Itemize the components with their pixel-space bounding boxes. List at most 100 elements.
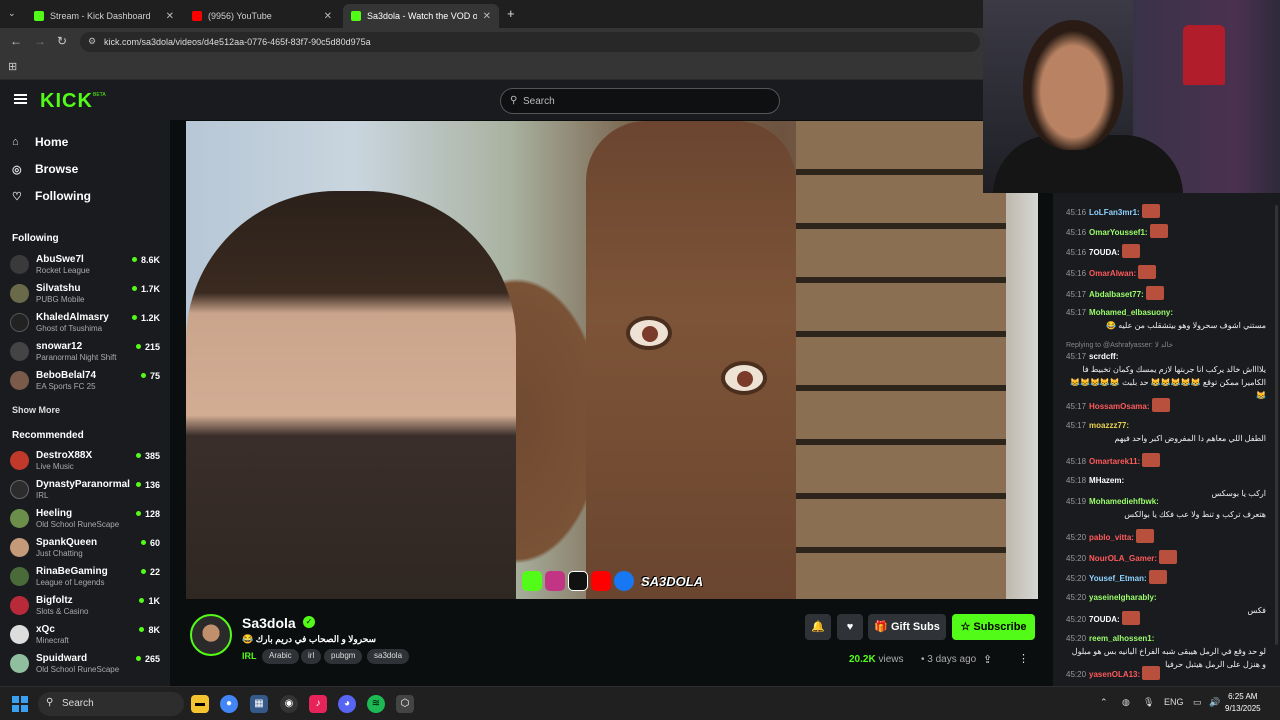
channel-name: Silvatshu <box>36 283 81 294</box>
back-icon[interactable]: ← <box>10 34 22 48</box>
taskbar-search[interactable]: ⚲ Search <box>38 692 184 716</box>
recommended-channel[interactable]: SpankQueen Just Chatting 60 <box>10 535 160 561</box>
nav-following[interactable]: ♡ Following <box>12 189 91 203</box>
streamer-avatar[interactable] <box>190 614 232 656</box>
chat-timestamp: 45:20 <box>1066 634 1087 643</box>
channel-name: Spuidward <box>36 653 88 664</box>
forward-icon[interactable]: → <box>34 34 46 48</box>
nav-browse[interactable]: ◎ Browse <box>12 162 78 176</box>
taskbar-clock[interactable]: 6:25 AM 9/13/2025 <box>1225 691 1261 715</box>
channel-name: DestroX88X <box>36 450 93 461</box>
gift-subs-button[interactable]: 🎁 Gift Subs <box>868 614 946 640</box>
chat-username[interactable]: Abdalbaset77: <box>1089 290 1144 299</box>
chevron-up-icon[interactable]: ⌃ <box>1100 697 1108 708</box>
chat-username[interactable]: Yousef_Etman: <box>1089 574 1147 583</box>
video-brick-wall <box>796 121 1006 599</box>
chat-scrollbar[interactable] <box>1275 205 1278 645</box>
browser-tab-sa3dola-vod[interactable]: Sa3dola - Watch the VOD o ✕ <box>343 4 499 28</box>
chat-username[interactable]: moazzz77: <box>1089 421 1129 430</box>
chat-timestamp: 45:18 <box>1066 476 1087 485</box>
close-tab-icon[interactable]: ✕ <box>324 11 332 22</box>
apps-grid-icon[interactable]: ⊞ <box>8 60 17 73</box>
tag[interactable]: pubgm <box>324 649 363 664</box>
search-input[interactable]: ⚲ Search <box>500 88 780 114</box>
tiktok-icon[interactable]: ♪ <box>309 695 327 713</box>
viewer-count: 8K <box>139 625 160 635</box>
chat-username[interactable]: MHazem: <box>1089 476 1124 485</box>
network-icon[interactable]: ◍ <box>1122 697 1130 708</box>
viewer-count: 128 <box>136 509 160 519</box>
avatar <box>10 451 29 470</box>
emote-icon <box>1142 666 1161 680</box>
following-channel[interactable]: Silvatshu PUBG Mobile 1.7K <box>10 281 160 307</box>
chat-username[interactable]: Mohamed_elbasuony: <box>1089 308 1173 317</box>
nav-home[interactable]: ⌂ Home <box>12 135 68 149</box>
tag[interactable]: irl <box>301 649 322 664</box>
new-tab-icon[interactable]: + <box>507 6 515 21</box>
spotify-icon[interactable]: ≋ <box>367 695 385 713</box>
reload-icon[interactable]: ↻ <box>57 34 67 48</box>
chat-username[interactable]: yasenOLA13: <box>1089 670 1140 679</box>
chat-username[interactable]: Omartarek11: <box>1089 457 1140 466</box>
category-link[interactable]: IRL <box>242 651 257 661</box>
recommended-channel[interactable]: RinaBeGaming League of Legends 22 <box>10 564 160 590</box>
chat-username[interactable]: NourOLA_Gamer: <box>1089 554 1157 563</box>
viewer-count: 75 <box>141 371 160 381</box>
share-icon[interactable]: ⇪ <box>983 653 992 666</box>
tab-list-icon[interactable]: ⌄ <box>8 8 16 19</box>
chat-username[interactable]: 7OUDA: <box>1089 615 1120 624</box>
obs-icon[interactable]: ◉ <box>280 695 298 713</box>
following-channel[interactable]: AbuSwe7l Rocket League 8.6K <box>10 252 160 278</box>
windows-start-icon[interactable] <box>12 696 28 712</box>
chat-username[interactable]: 7OUDA: <box>1089 248 1120 257</box>
browser-tab-youtube[interactable]: (9956) YouTube ✕ <box>184 4 340 28</box>
chat-message: 45:20 NourOLA_Gamer: <box>1066 550 1266 565</box>
tag[interactable]: sa3dola <box>367 649 410 664</box>
chat-username[interactable]: scrdcff: <box>1089 352 1118 361</box>
chat-username[interactable]: pablo_vitta: <box>1089 533 1134 542</box>
streamer-name[interactable]: Sa3dola <box>242 615 296 631</box>
kick-logo[interactable]: KICK <box>40 90 93 113</box>
chat-username[interactable]: HossamOsama: <box>1089 402 1149 411</box>
tag[interactable]: Arabic <box>262 649 299 664</box>
chat-username[interactable]: Mohamediehfbwk: <box>1089 497 1159 506</box>
chat-panel: 45:16 LoLFan3mr1: 45:16 OmarYoussef1: 45:16 7… <box>1053 193 1280 686</box>
recommended-channel[interactable]: xQc Minecraft 8K <box>10 622 160 648</box>
file-explorer-icon[interactable]: ▬ <box>191 695 209 713</box>
settings-icon[interactable]: ⬡ <box>396 695 414 713</box>
bell-icon[interactable]: 🔔 <box>805 614 831 640</box>
volume-icon[interactable]: 🔊 <box>1209 697 1220 708</box>
close-tab-icon[interactable]: ✕ <box>483 11 491 22</box>
recommended-channel[interactable]: DestroX88X Live Music 385 <box>10 448 160 474</box>
more-options-icon[interactable]: ⋮ <box>1018 652 1029 665</box>
following-channel[interactable]: snowar12 Paranormal Night Shift 215 <box>10 339 160 365</box>
discord-icon[interactable]: ◕ <box>338 695 356 713</box>
chat-username[interactable]: reem_alhossen1: <box>1089 634 1154 643</box>
view-count: 20.2K views <box>849 654 903 665</box>
microphone-icon[interactable]: 🎙 <box>1143 697 1154 708</box>
browser-tab-kick-dashboard[interactable]: Stream - Kick Dashboard ✕ <box>26 4 182 28</box>
following-channel[interactable]: KhaledAlmasry Ghost of Tsushima 1.2K <box>10 310 160 336</box>
recommended-channel[interactable]: DynastyParanormal IRL 136 <box>10 477 160 503</box>
language-indicator[interactable]: ENG <box>1164 697 1184 707</box>
chat-username[interactable]: OmarAlwan: <box>1089 269 1136 278</box>
close-tab-icon[interactable]: ✕ <box>166 11 174 22</box>
site-info-icon[interactable]: ⚙ <box>88 36 96 47</box>
app-icon[interactable]: ▦ <box>250 695 268 713</box>
video-player[interactable]: SA3DOLA <box>186 121 1038 599</box>
chat-username[interactable]: yaseinelgharably: <box>1089 593 1157 602</box>
recommended-channel[interactable]: Bigfoltz Slots & Casino 1K <box>10 593 160 619</box>
menu-icon[interactable] <box>14 94 27 104</box>
show-more-button[interactable]: Show More <box>12 405 60 415</box>
heart-icon[interactable]: ♥ <box>837 614 863 640</box>
recommended-channel[interactable]: Spuidward Old School RuneScape 265 <box>10 651 160 677</box>
chat-username[interactable]: OmarYoussef1: <box>1089 228 1148 237</box>
search-placeholder: Search <box>523 96 555 107</box>
chat-username[interactable]: LoLFan3mr1: <box>1089 208 1140 217</box>
following-channel[interactable]: BeboBelal74 EA Sports FC 25 75 <box>10 368 160 394</box>
display-icon[interactable]: ▭ <box>1193 697 1202 708</box>
chrome-icon[interactable]: ● <box>220 695 238 713</box>
recommended-channel[interactable]: Heeling Old School RuneScape 128 <box>10 506 160 532</box>
subscribe-button[interactable]: ☆ Subscribe <box>952 614 1035 640</box>
url-field[interactable]: ⚙ kick.com/sa3dola/videos/d4e512aa-0776-… <box>80 32 980 52</box>
